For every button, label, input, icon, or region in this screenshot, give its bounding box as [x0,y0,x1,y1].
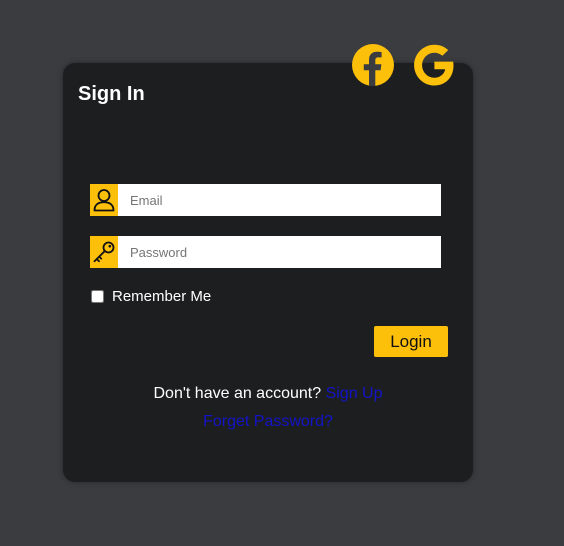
forgot-password-link[interactable]: Forget Password? [203,413,333,430]
forgot-password-row: Forget Password? [63,413,473,431]
google-icon [414,44,454,86]
facebook-button[interactable] [351,43,395,87]
google-button[interactable] [412,43,456,87]
remember-me-label: Remember Me [112,288,212,305]
sign-in-card: Sign In Remember Me [63,63,473,482]
password-field[interactable] [118,236,441,268]
remember-me[interactable]: Remember Me [91,288,211,305]
email-field[interactable] [118,184,441,216]
key-icon [90,236,118,268]
user-icon [90,184,118,216]
email-field-group [90,184,441,216]
sign-up-link[interactable]: Sign Up [326,385,383,402]
page-title: Sign In [78,83,145,105]
signup-prompt: Don't have an account? Sign Up [63,385,473,403]
password-field-group [90,236,441,268]
login-button[interactable]: Login [374,326,448,357]
facebook-icon [352,44,394,86]
no-account-text: Don't have an account? [153,385,322,402]
page-background: Sign In Remember Me [0,0,564,546]
remember-me-checkbox[interactable] [91,290,104,303]
